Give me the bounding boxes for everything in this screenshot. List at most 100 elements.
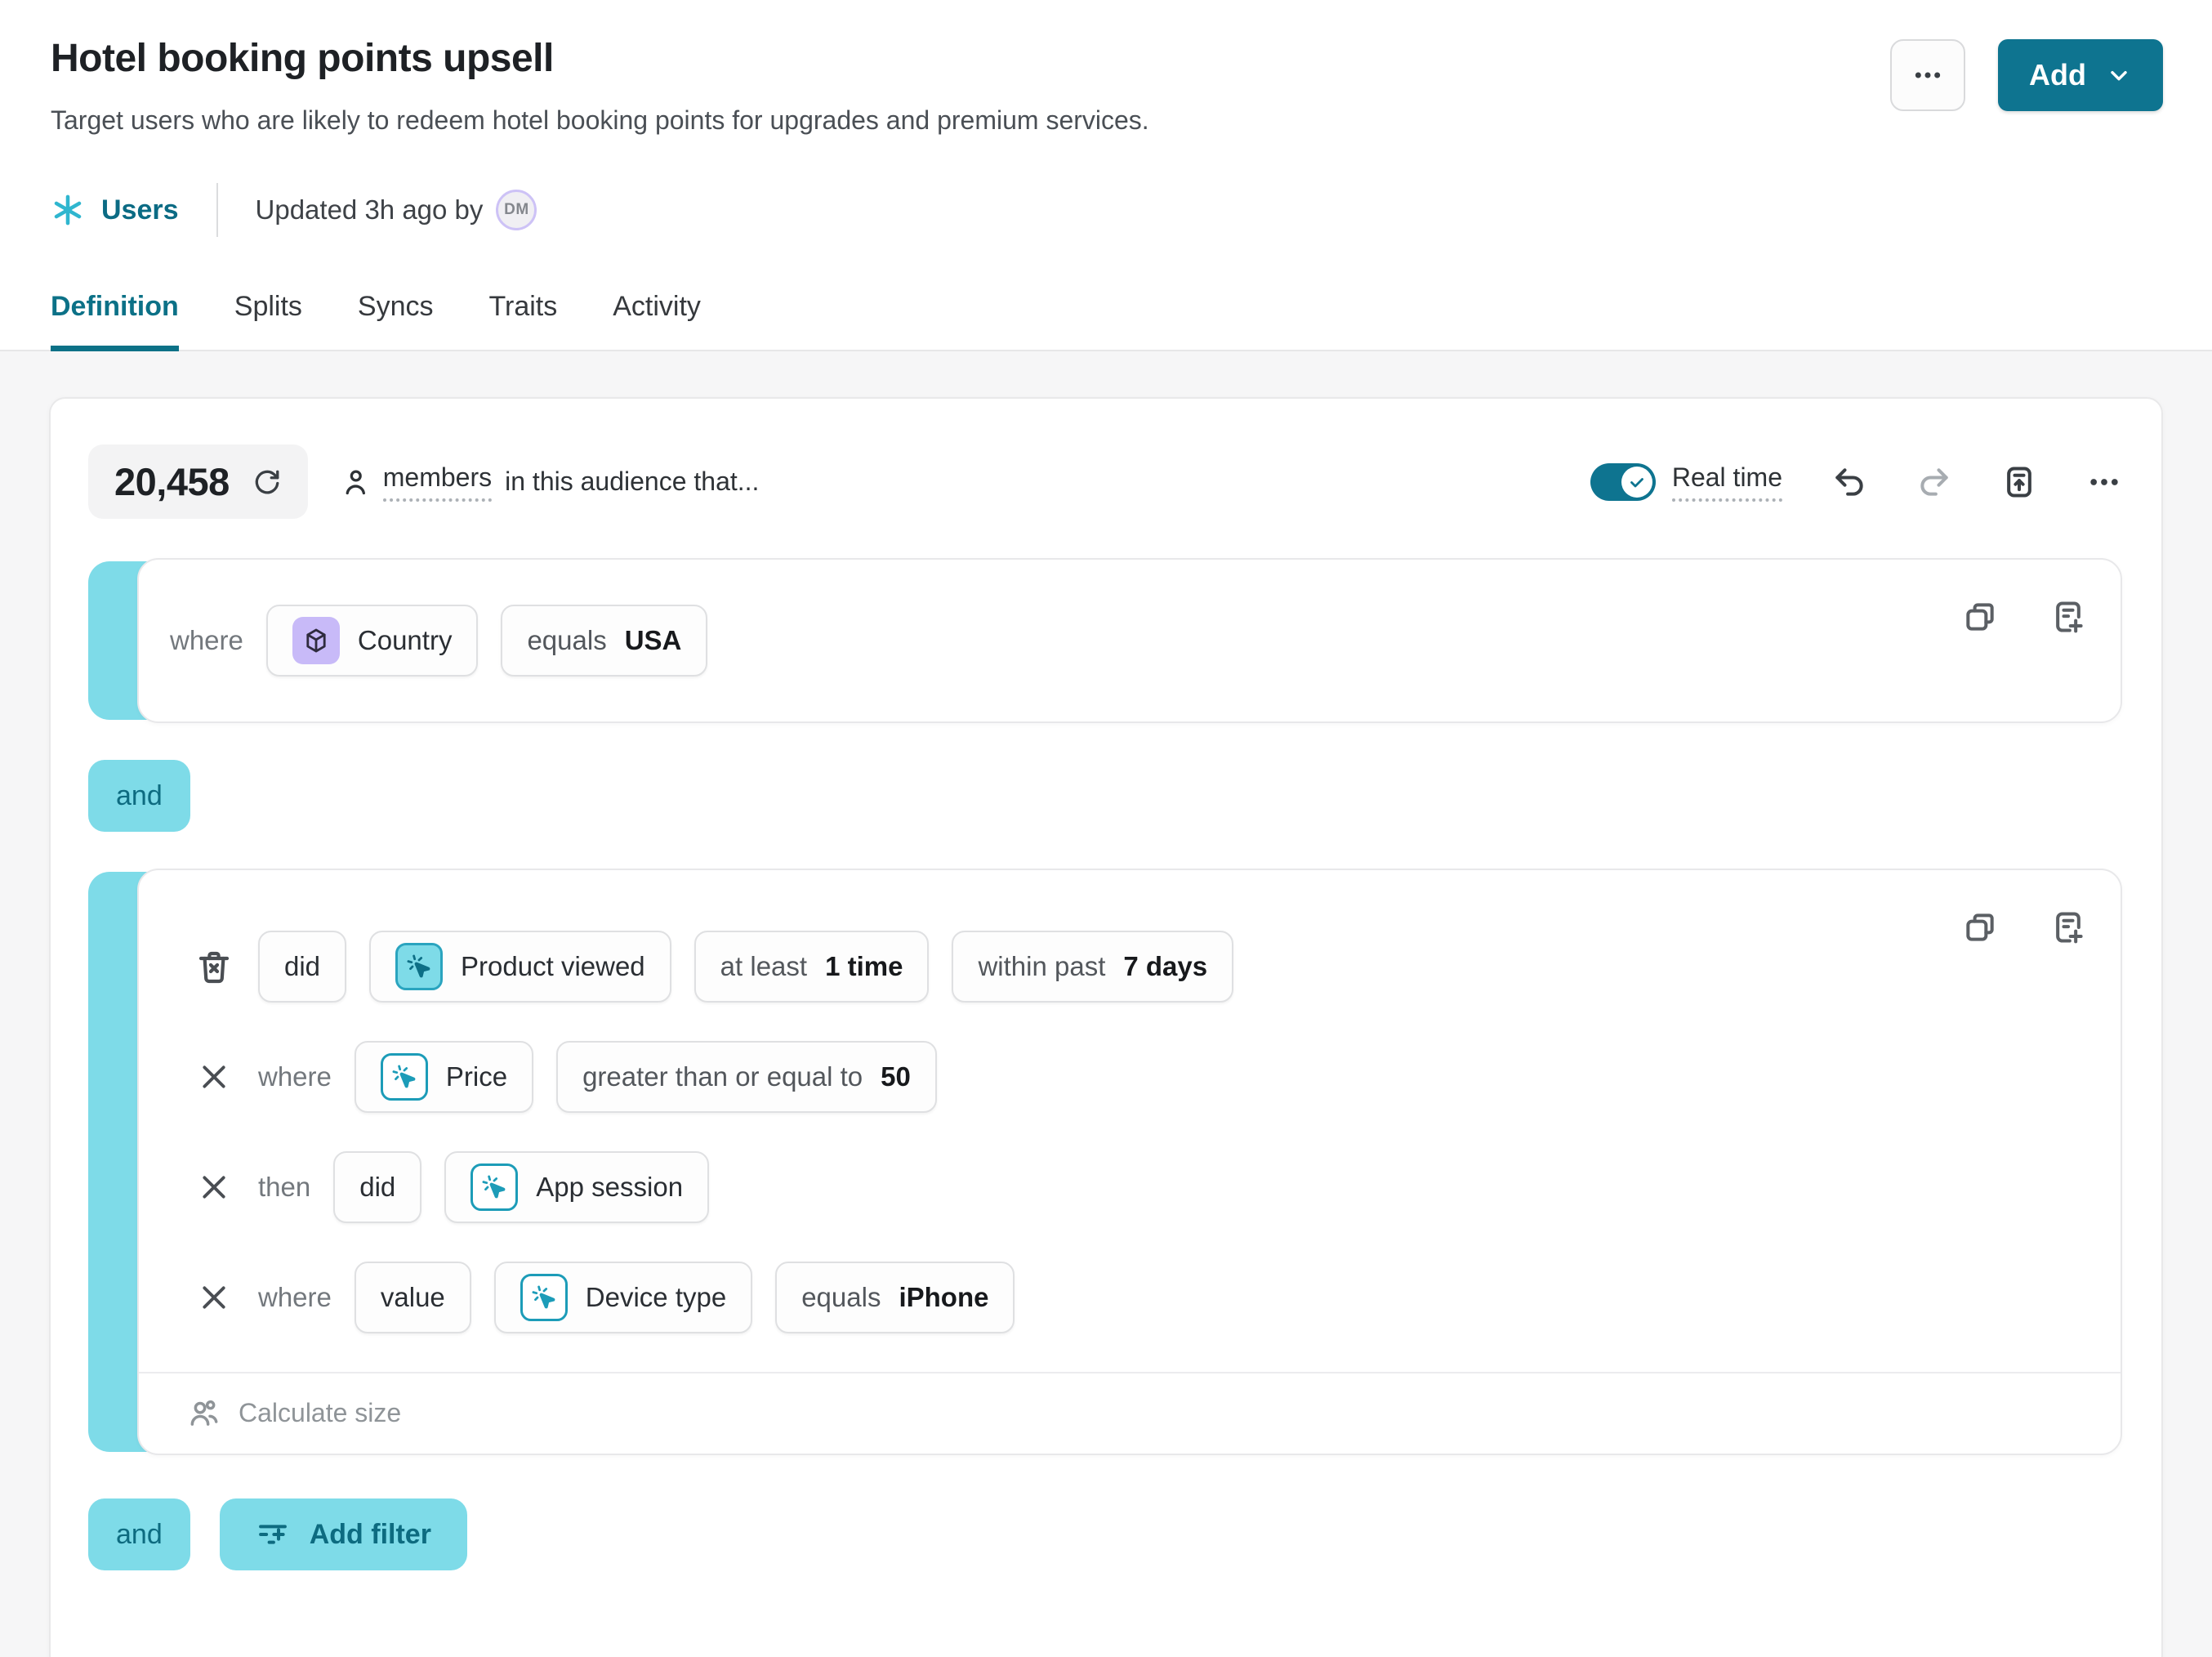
duplicate-condition-button[interactable]: [1962, 909, 1998, 945]
tab-bar: Definition Splits Syncs Traits Activity: [0, 291, 2212, 351]
mouse-pointer-click-icon: [520, 1274, 568, 1321]
duplicate-condition-button[interactable]: [1962, 599, 1998, 635]
did-chip[interactable]: did: [333, 1151, 421, 1223]
note-add-icon: [2050, 599, 2086, 635]
note-add-icon: [2050, 909, 2086, 945]
trash-x-icon: [194, 947, 234, 986]
refresh-icon: [252, 467, 282, 497]
save-version-button[interactable]: [2001, 464, 2037, 500]
value-text: USA: [625, 625, 682, 656]
operator-text: equals: [527, 625, 606, 656]
builder-toolbar: Real time: [1590, 462, 2122, 502]
event-name: App session: [536, 1172, 683, 1203]
condition-prefix: where: [258, 1282, 332, 1313]
operator-value-chip-price[interactable]: greater than or equal to 50: [556, 1041, 937, 1113]
value-chip[interactable]: value: [355, 1262, 471, 1333]
event-condition-row: did Product viewed at least 1 time: [193, 931, 2121, 1003]
and-connector[interactable]: and: [88, 760, 190, 832]
event-name: Product viewed: [461, 951, 645, 982]
audience-definition-card: 20,458 members in this audience that...: [49, 397, 2163, 1657]
entity-type: Users: [51, 193, 179, 227]
refresh-count-button[interactable]: [252, 467, 282, 497]
remove-sequence-button[interactable]: [193, 1171, 235, 1204]
realtime-toggle[interactable]: [1590, 463, 1656, 501]
realtime-label: Real time: [1672, 462, 1782, 502]
tab-definition[interactable]: Definition: [51, 291, 179, 351]
add-condition-row: and Add filter: [88, 1498, 2122, 1570]
archive-up-icon: [2001, 464, 2037, 500]
operator-text: equals: [801, 1282, 881, 1313]
add-filter-button[interactable]: Add filter: [220, 1498, 467, 1570]
did-label: did: [284, 951, 320, 982]
copy-icon: [1962, 599, 1998, 635]
property-chip-country[interactable]: Country: [266, 605, 479, 677]
event-property-row-price: where Price greater than or equal to 50: [193, 1041, 2121, 1113]
header-more-button[interactable]: [1890, 39, 1965, 111]
people-icon: [188, 1396, 221, 1429]
remove-filter-button[interactable]: [193, 1061, 235, 1093]
value-text: iPhone: [899, 1282, 988, 1313]
connector-row: and: [88, 760, 2122, 832]
page-header: Hotel booking points upsell Target users…: [0, 0, 2212, 351]
and-connector[interactable]: and: [88, 1498, 190, 1570]
check-icon: [1621, 467, 1652, 498]
audience-suffix-text: in this audience that...: [505, 467, 759, 497]
mouse-pointer-click-icon: [395, 943, 443, 990]
delete-condition-button[interactable]: [193, 947, 235, 986]
window-value: 7 days: [1123, 951, 1207, 982]
redo-icon: [1916, 464, 1952, 500]
window-operator: within past: [978, 951, 1105, 982]
property-name: Device type: [586, 1282, 726, 1313]
avatar: DM: [496, 190, 537, 230]
snowflake-icon: [51, 193, 85, 227]
members-phrase: members in this audience that...: [341, 462, 760, 502]
add-button-label: Add: [2029, 58, 2086, 92]
did-chip[interactable]: did: [258, 931, 346, 1003]
value-label: value: [381, 1282, 445, 1313]
property-name: Country: [358, 625, 453, 656]
property-name: Price: [446, 1061, 507, 1092]
cube-icon: [292, 617, 340, 664]
ellipsis-icon: [1911, 59, 1944, 92]
event-property-row-device: where value Device type equals i: [193, 1262, 2121, 1333]
updated-text: Updated 3h ago by: [256, 194, 484, 226]
redo-button[interactable]: [1916, 464, 1952, 500]
chevron-down-icon: [2106, 62, 2132, 88]
title-block: Hotel booking points upsell Target users…: [51, 36, 1149, 136]
remove-filter-button[interactable]: [193, 1281, 235, 1314]
members-selector[interactable]: members: [383, 462, 492, 502]
page-title: Hotel booking points upsell: [51, 36, 1149, 81]
copy-icon: [1962, 909, 1998, 945]
meta-row: Users Updated 3h ago by DM: [51, 183, 2212, 237]
event-chip-app-session[interactable]: App session: [444, 1151, 709, 1223]
operator-value-chip-country[interactable]: equals USA: [501, 605, 707, 677]
condition-prefix: then: [258, 1172, 310, 1203]
tab-traits[interactable]: Traits: [489, 291, 558, 351]
close-icon: [198, 1281, 230, 1314]
ellipsis-icon: [2086, 464, 2122, 500]
condition-prefix: where: [170, 625, 243, 656]
tab-splits[interactable]: Splits: [234, 291, 302, 351]
operator-text: greater than or equal to: [582, 1061, 863, 1092]
add-filter-label: Add filter: [310, 1519, 431, 1551]
frequency-value: 1 time: [825, 951, 903, 982]
close-icon: [198, 1061, 230, 1093]
add-button[interactable]: Add: [1998, 39, 2163, 111]
calculate-size-button[interactable]: Calculate size: [139, 1372, 2121, 1454]
add-note-button[interactable]: [2050, 909, 2086, 945]
member-count-pill: 20,458: [88, 444, 308, 519]
tab-syncs[interactable]: Syncs: [358, 291, 434, 351]
card-more-button[interactable]: [2086, 464, 2122, 500]
add-note-button[interactable]: [2050, 599, 2086, 635]
frequency-chip[interactable]: at least 1 time: [694, 931, 930, 1003]
event-chip-product-viewed[interactable]: Product viewed: [369, 931, 671, 1003]
operator-value-chip-device[interactable]: equals iPhone: [775, 1262, 1015, 1333]
property-chip-device-type[interactable]: Device type: [494, 1262, 752, 1333]
undo-button[interactable]: [1831, 464, 1867, 500]
person-icon: [341, 467, 370, 497]
time-window-chip[interactable]: within past 7 days: [952, 931, 1233, 1003]
property-chip-price[interactable]: Price: [355, 1041, 533, 1113]
condition-group-country: where Country equals USA: [88, 558, 2122, 723]
tab-activity[interactable]: Activity: [613, 291, 701, 351]
condition-prefix: where: [258, 1061, 332, 1092]
